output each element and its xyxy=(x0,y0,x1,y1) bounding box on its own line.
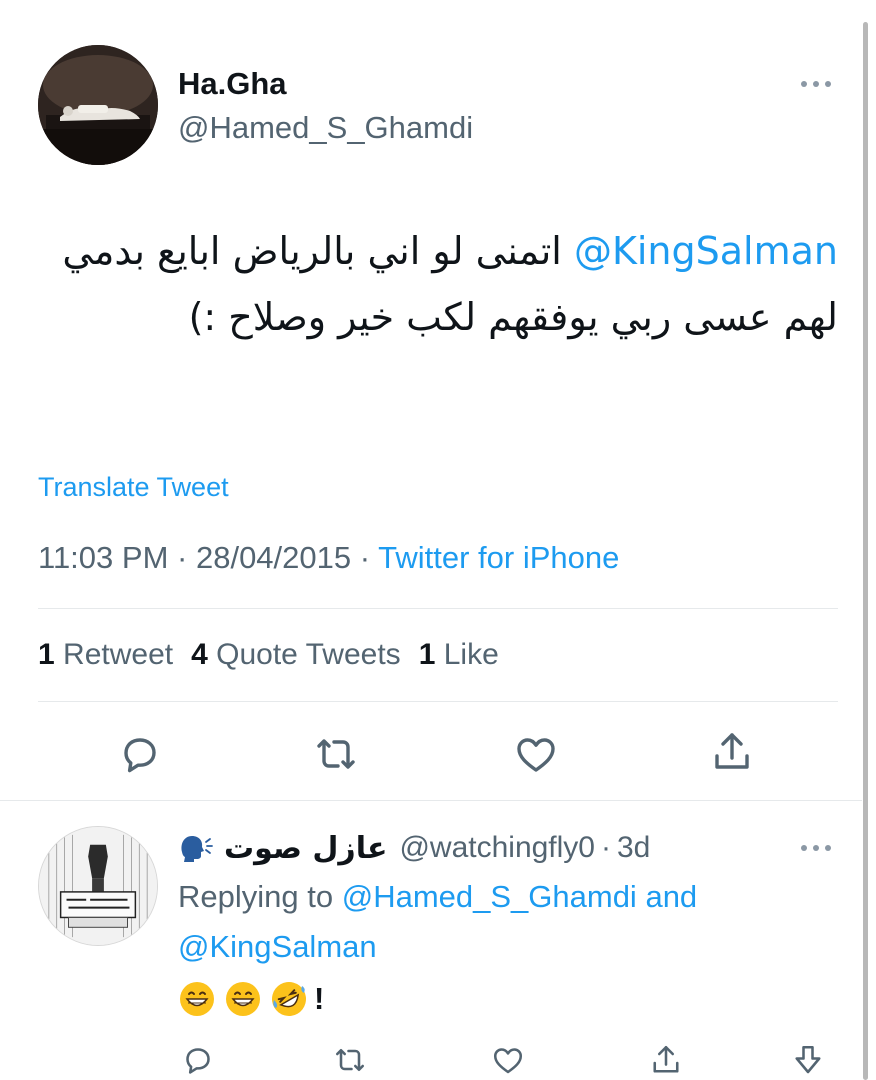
reply-icon[interactable] xyxy=(116,730,164,778)
retweets-stat[interactable]: 1 Retweet xyxy=(38,638,173,671)
quotes-label: Quote Tweets xyxy=(216,638,401,671)
engagement-stats: 1 Retweet 4 Quote Tweets 1 Like xyxy=(38,638,499,672)
tweet-source-link[interactable]: Twitter for iPhone xyxy=(378,540,619,575)
tweet-date[interactable]: 28/04/2015 xyxy=(196,540,351,575)
mention-link[interactable]: @KingSalman xyxy=(574,229,838,273)
tweet-time[interactable]: 11:03 PM xyxy=(38,540,168,575)
author-avatar[interactable] xyxy=(38,45,158,165)
reply-author-handle[interactable]: @watchingfly0 xyxy=(399,831,595,865)
translate-tweet-link[interactable]: Translate Tweet xyxy=(38,472,229,503)
more-options-icon[interactable] xyxy=(796,836,836,860)
reply-timestamp[interactable]: 3d xyxy=(617,831,650,865)
retweet-icon[interactable] xyxy=(312,730,360,778)
downvote-icon[interactable] xyxy=(790,1042,826,1078)
share-icon[interactable] xyxy=(708,728,756,776)
author-handle[interactable]: @Hamed_S_Ghamdi xyxy=(178,110,473,146)
reply-header: عازل صوت @watchingfly0 · 3d xyxy=(178,828,650,868)
meta-separator: · xyxy=(177,540,188,575)
grinning-face-icon xyxy=(180,982,214,1016)
likes-stat[interactable]: 1 Like xyxy=(419,638,499,671)
like-icon[interactable] xyxy=(490,1042,526,1078)
retweets-count: 1 xyxy=(38,638,55,671)
share-icon[interactable] xyxy=(648,1042,684,1078)
quote-tweets-stat[interactable]: 4 Quote Tweets xyxy=(191,638,401,671)
retweets-label: Retweet xyxy=(63,638,174,671)
reply-icon[interactable] xyxy=(180,1042,216,1078)
reply-text: ! xyxy=(178,980,324,1018)
like-icon[interactable] xyxy=(512,730,560,778)
scrollbar[interactable] xyxy=(863,22,868,1080)
replying-prefix: Replying to xyxy=(178,879,334,914)
meta-separator: · xyxy=(359,540,371,575)
speaking-head-icon xyxy=(181,836,213,862)
tweet-metadata: 11:03 PM · 28/04/2015 · Twitter for iPho… xyxy=(38,540,619,576)
likes-count: 1 xyxy=(418,638,436,671)
retweet-icon[interactable] xyxy=(332,1042,368,1078)
tweet-detail-page: Ha.Gha @Hamed_S_Ghamdi @KingSalman اتمنى… xyxy=(0,0,876,1080)
avatar-photo xyxy=(38,45,158,165)
divider xyxy=(38,608,838,609)
likes-label: Like xyxy=(443,638,499,671)
meta-separator: · xyxy=(601,831,611,864)
grinning-face-icon xyxy=(226,982,260,1016)
divider xyxy=(38,701,838,702)
tweet-text: @KingSalman اتمنى لو اني بالرياض ابايع ب… xyxy=(60,218,838,350)
more-options-icon[interactable] xyxy=(796,72,836,96)
reply-author-name[interactable]: عازل صوت xyxy=(224,831,387,866)
divider xyxy=(0,800,862,801)
replying-and[interactable]: and xyxy=(645,879,697,914)
replying-to-mention[interactable]: @Hamed_S_Ghamdi xyxy=(342,879,637,914)
quotes-count: 4 xyxy=(191,638,208,671)
avatar-drawing xyxy=(39,827,157,945)
rofl-face-icon xyxy=(272,982,306,1016)
reply-text-suffix: ! xyxy=(314,981,325,1016)
author-display-name[interactable]: Ha.Gha xyxy=(178,66,287,102)
replying-to-line: Replying to @Hamed_S_Ghamdi and @KingSal… xyxy=(178,872,798,972)
reply-author-avatar[interactable] xyxy=(38,826,158,946)
replying-to-mention[interactable]: @KingSalman xyxy=(178,929,377,964)
